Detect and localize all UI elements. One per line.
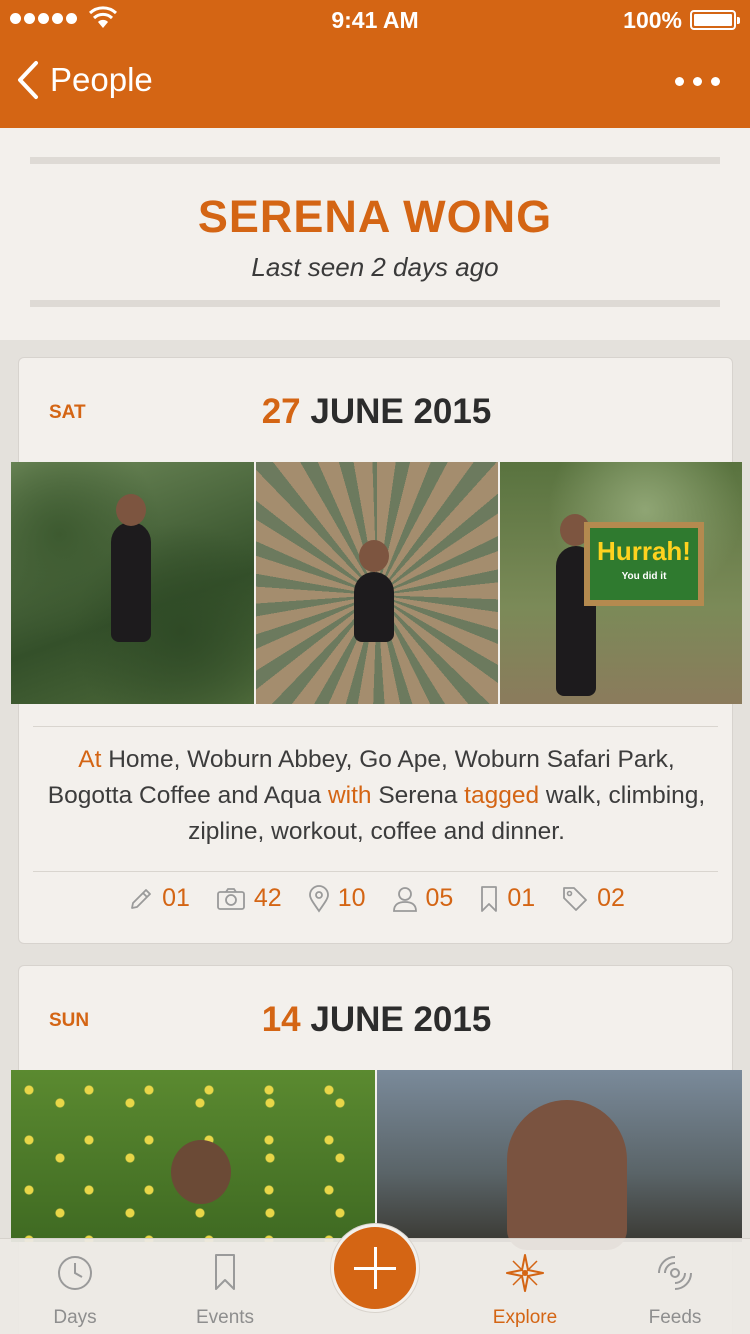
desc-people: Serena: [371, 782, 465, 809]
history-icon: [58, 1256, 92, 1290]
stat-notes-value: 01: [162, 884, 190, 912]
more-options-button[interactable]: [675, 77, 720, 86]
battery-percent: 100%: [623, 7, 682, 33]
person-head: [359, 540, 389, 572]
battery-icon: [690, 10, 740, 30]
pencil-icon: [131, 888, 151, 909]
tab-feeds-label: Feeds: [648, 1307, 702, 1328]
photo-zipline[interactable]: [11, 462, 254, 704]
stat-photos[interactable]: 42: [216, 884, 282, 913]
sign-subtitle: You did it: [621, 571, 667, 582]
more-dot-icon: [693, 77, 702, 86]
more-dot-icon: [675, 77, 684, 86]
tab-events[interactable]: Events: [150, 1239, 300, 1334]
status-bar: 9:41 AM 100%: [0, 0, 750, 40]
person-head: [171, 1140, 231, 1204]
chevron-left-icon: [18, 61, 38, 99]
tab-events-label: Events: [195, 1307, 255, 1328]
back-label: People: [50, 61, 153, 98]
person-name: SERENA WONG: [197, 191, 553, 242]
bookmark-icon: [481, 885, 498, 912]
stat-places[interactable]: 10: [308, 884, 366, 913]
bookmark-icon: [215, 1254, 235, 1290]
stat-photos-value: 42: [253, 884, 282, 912]
stat-events[interactable]: 01: [479, 884, 535, 913]
date-month-year: JUNE 2015: [310, 392, 492, 431]
entry-stats: 01 42 10 05 01 02: [19, 884, 734, 913]
entry-date: 14 JUNE 2015: [19, 1000, 734, 1040]
desc-tagged: tagged: [464, 782, 540, 809]
sign-title: Hurrah!: [597, 536, 691, 566]
person-figure: [354, 572, 394, 642]
profile-header: SERENA WONG Last seen 2 days ago: [0, 128, 750, 340]
hurrah-sign: Hurrah! You did it: [584, 522, 704, 606]
stat-places-value: 10: [337, 884, 366, 912]
tab-feeds[interactable]: Feeds: [600, 1239, 750, 1334]
person-icon: [392, 886, 417, 912]
divider: [33, 871, 718, 872]
stat-events-value: 01: [507, 884, 536, 912]
camera-icon: [216, 887, 245, 910]
stat-people[interactable]: 05: [392, 884, 454, 913]
tab-explore[interactable]: Explore: [450, 1239, 600, 1334]
stat-people-value: 05: [425, 884, 454, 912]
last-seen: Last seen 2 days ago: [251, 252, 499, 282]
divider: [33, 726, 718, 727]
add-button[interactable]: [331, 1224, 419, 1312]
tab-explore-label: Explore: [492, 1307, 558, 1328]
photo-portrait[interactable]: [377, 1070, 742, 1250]
nav-bar: 9:41 AM 100% People: [0, 0, 750, 128]
date-month-year: JUNE 2015: [310, 1000, 492, 1039]
stat-notes[interactable]: 01: [128, 884, 190, 913]
entry-description: At Home, Woburn Abbey, Go Ape, Woburn Sa…: [39, 742, 714, 850]
location-pin-icon: [308, 884, 329, 913]
photo-strip: Hurrah! You did it: [11, 462, 742, 704]
tab-days-label: Days: [53, 1307, 97, 1328]
back-button[interactable]: People: [16, 60, 153, 100]
stat-tags[interactable]: 02: [561, 884, 625, 913]
person-figure: [111, 522, 151, 642]
tag-icon: [563, 886, 588, 911]
entry-date: 27 JUNE 2015: [19, 392, 734, 432]
compass-icon: [506, 1254, 544, 1292]
desc-at: At: [78, 746, 102, 773]
desc-with: with: [327, 782, 372, 809]
header-rule-top: [30, 157, 720, 164]
stat-tags-value: 02: [597, 884, 625, 912]
day-card[interactable]: SAT 27 JUNE 2015 Hurrah! You did it At H…: [11, 357, 742, 944]
photo-hurrah[interactable]: Hurrah! You did it: [500, 462, 742, 704]
tab-days[interactable]: Days: [0, 1239, 150, 1334]
person-head: [116, 494, 146, 526]
person-head: [507, 1100, 627, 1250]
feed-icon: [658, 1256, 692, 1290]
more-dot-icon: [711, 77, 720, 86]
photo-tunnel[interactable]: [256, 462, 498, 704]
header-rule-bottom: [30, 300, 720, 307]
date-day: 14: [261, 1000, 301, 1039]
photo-daffodils[interactable]: [11, 1070, 375, 1242]
date-day: 27: [261, 392, 301, 431]
